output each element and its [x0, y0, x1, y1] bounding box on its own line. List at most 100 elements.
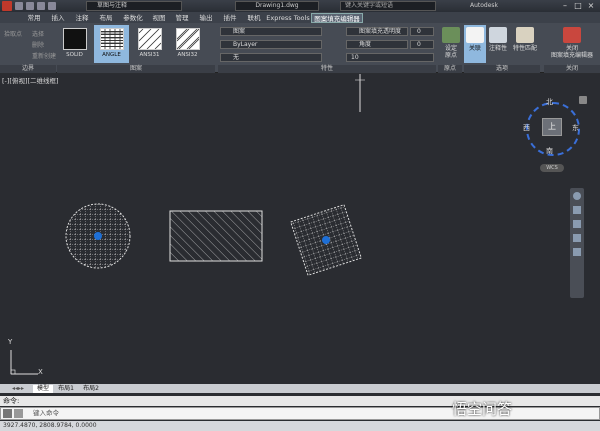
- home-icon[interactable]: [579, 96, 587, 104]
- viewcube-east[interactable]: 东: [572, 123, 579, 133]
- tab-model[interactable]: 模型: [33, 385, 53, 393]
- ansi32-hatch-icon: [176, 28, 199, 50]
- tab-home[interactable]: 常用: [22, 13, 46, 23]
- transparency-label: 图案填充透明度: [346, 27, 408, 36]
- new-file-icon[interactable]: [15, 2, 23, 10]
- workspace-label: 草图与注释: [97, 2, 128, 9]
- viewcube-top-face[interactable]: 上: [542, 118, 562, 136]
- coordinates-readout: 3927.4870, 2808.9784, 0.0000: [3, 422, 97, 429]
- transparency-input[interactable]: 0: [410, 27, 434, 36]
- status-bar: 3927.4870, 2808.9784, 0.0000: [0, 421, 600, 431]
- viewcube-west[interactable]: 西: [523, 123, 530, 133]
- set-origin-button[interactable]: 设定 原点: [440, 25, 462, 59]
- user-signin[interactable]: Autodesk: [470, 1, 498, 11]
- command-customize-icon[interactable]: [14, 409, 23, 418]
- tab-parametric[interactable]: 参数化: [118, 13, 148, 23]
- properties-panel-title: 特性: [218, 65, 436, 73]
- command-close-icon[interactable]: [3, 409, 12, 418]
- tab-output[interactable]: 输出: [194, 13, 218, 23]
- document-title: Drawing1.dwg: [235, 1, 319, 11]
- match-properties-icon: [516, 27, 534, 43]
- minimize-button[interactable]: –: [560, 1, 570, 11]
- navigation-bar: [570, 188, 584, 298]
- hatched-rotated-square[interactable]: [290, 204, 362, 276]
- annotative-button[interactable]: 注释性: [487, 25, 509, 52]
- solid-swatch-icon: [62, 28, 87, 50]
- ucs-y-label: Y: [8, 338, 13, 346]
- hatch-type-dropdown[interactable]: 图案: [220, 27, 322, 36]
- steering-wheel-icon[interactable]: [573, 192, 581, 200]
- hatched-rectangle[interactable]: [169, 210, 263, 262]
- associative-icon: [466, 27, 484, 43]
- pick-points-button[interactable]: 拾取点: [4, 29, 22, 38]
- search-input[interactable]: 键入关键字或短语: [340, 1, 436, 11]
- match-properties-button[interactable]: 特性匹配: [510, 25, 540, 52]
- scale-input[interactable]: 10: [346, 53, 434, 62]
- workspace-dropdown[interactable]: 草图与注释: [86, 1, 182, 11]
- options-panel-title: 选项: [464, 65, 540, 73]
- angle-swatch-icon: [99, 28, 124, 50]
- grip-point[interactable]: [94, 232, 102, 240]
- close-hatch-editor-button[interactable]: 关闭 图案填充编辑器: [546, 25, 598, 59]
- close-button[interactable]: ×: [586, 1, 596, 11]
- pattern-ansi32[interactable]: ANSI32: [170, 25, 205, 63]
- close-panel-title: 关闭: [544, 65, 600, 73]
- showmotion-icon[interactable]: [573, 248, 581, 256]
- swatch-label: ANGLE: [102, 52, 121, 58]
- save-icon[interactable]: [37, 2, 45, 10]
- tab-express-tools[interactable]: Express Tools: [266, 13, 310, 23]
- select-boundary-button[interactable]: 选择: [32, 29, 44, 38]
- origin-icon: [442, 27, 460, 43]
- hatched-circle[interactable]: [65, 203, 131, 269]
- ansi31-hatch-icon: [138, 28, 161, 50]
- tab-plugins[interactable]: 插件: [218, 13, 242, 23]
- swatch-label: ANSI31: [139, 52, 160, 58]
- tab-online[interactable]: 联机: [242, 13, 266, 23]
- background-color-dropdown[interactable]: 无: [220, 53, 322, 62]
- tab-hatch-editor[interactable]: 图案填充编辑器: [311, 13, 363, 23]
- drawing-canvas[interactable]: [-][俯视][二维线框] Y X 北 南 西 东 上 WCS: [0, 74, 600, 384]
- associative-label: 关联: [468, 45, 481, 52]
- drawing-svg: [10, 74, 365, 375]
- recreate-boundary-button[interactable]: 重新创建: [32, 51, 56, 60]
- angle-label: 角度: [346, 40, 408, 49]
- zoom-icon[interactable]: [573, 220, 581, 228]
- associative-button[interactable]: 关联: [464, 25, 486, 63]
- pattern-solid[interactable]: SOLID: [57, 25, 92, 63]
- tab-manage[interactable]: 管理: [170, 13, 194, 23]
- remove-boundary-button[interactable]: 删除: [32, 40, 44, 49]
- hatch-color-dropdown[interactable]: ByLayer: [220, 40, 322, 49]
- title-bar: 草图与注释 Drawing1.dwg 键入关键字或短语 Autodesk – □…: [0, 0, 600, 12]
- pattern-angle[interactable]: ANGLE: [94, 25, 129, 63]
- tab-layout[interactable]: 布局: [94, 13, 118, 23]
- pattern-panel-title: 图案: [57, 65, 215, 73]
- app-logo-icon[interactable]: [2, 1, 12, 11]
- close-editor-label: 关闭 图案填充编辑器: [550, 45, 593, 59]
- angle-input[interactable]: 0: [410, 40, 434, 49]
- tab-layout1[interactable]: 布局1: [54, 385, 78, 393]
- tab-layout2[interactable]: 布局2: [79, 385, 103, 393]
- tab-insert[interactable]: 插入: [46, 13, 70, 23]
- maximize-button[interactable]: □: [573, 1, 583, 11]
- undo-icon[interactable]: [48, 2, 56, 10]
- ribbon: 拾取点 选择 删除 重新创建 边界 SOLID ANGLE ANSI31 ANS…: [0, 23, 600, 73]
- pan-icon[interactable]: [573, 206, 581, 214]
- annotative-icon: [489, 27, 507, 43]
- wcs-menu[interactable]: WCS: [540, 164, 564, 172]
- boundary-panel-title: 边界: [0, 65, 56, 73]
- viewcube-south[interactable]: 南: [546, 146, 553, 156]
- ucs-icon: [10, 350, 38, 375]
- ucs-x-label: X: [38, 368, 43, 376]
- orbit-icon[interactable]: [573, 234, 581, 242]
- match-properties-label: 特性匹配: [512, 45, 537, 52]
- tab-nav-arrows[interactable]: ◂◂▸▸: [4, 385, 32, 393]
- close-editor-icon: [563, 27, 581, 43]
- open-file-icon[interactable]: [26, 2, 34, 10]
- angle-grid-icon: [100, 29, 123, 49]
- tab-annotate[interactable]: 注释: [70, 13, 94, 23]
- ansi32-swatch-icon: [175, 28, 200, 50]
- set-origin-label: 设定 原点: [444, 45, 457, 59]
- pattern-ansi31[interactable]: ANSI31: [132, 25, 167, 63]
- tab-view[interactable]: 视图: [148, 13, 170, 23]
- viewcube-north[interactable]: 北: [546, 97, 553, 107]
